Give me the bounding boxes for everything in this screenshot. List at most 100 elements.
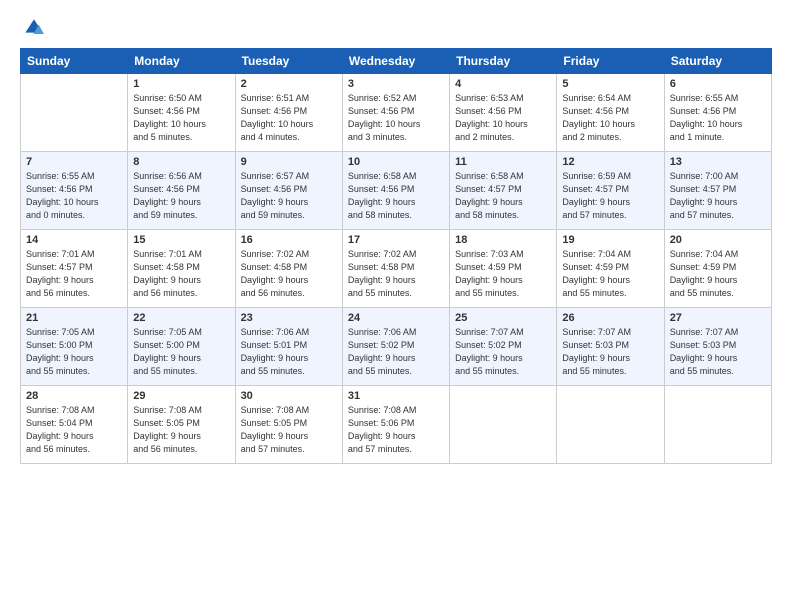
day-cell [664, 386, 771, 464]
day-info: Sunrise: 7:04 AM Sunset: 4:59 PM Dayligh… [670, 248, 766, 300]
day-header-sunday: Sunday [21, 49, 128, 74]
week-row-2: 7 Sunrise: 6:55 AM Sunset: 4:56 PM Daylig… [21, 152, 772, 230]
day-info: Sunrise: 7:08 AM Sunset: 5:05 PM Dayligh… [133, 404, 229, 456]
day-cell: 6 Sunrise: 6:55 AM Sunset: 4:56 PM Daylig… [664, 74, 771, 152]
day-cell: 9Sunrise: 6:57 AM Sunset: 4:56 PM Daylig… [235, 152, 342, 230]
day-info: Sunrise: 7:02 AM Sunset: 4:58 PM Dayligh… [241, 248, 337, 300]
day-info: Sunrise: 7:03 AM Sunset: 4:59 PM Dayligh… [455, 248, 551, 300]
day-cell: 14 Sunrise: 7:01 AM Sunset: 4:57 PM Dayli… [21, 230, 128, 308]
logo [20, 18, 44, 38]
day-cell: 11 Sunrise: 6:58 AM Sunset: 4:57 PM Dayli… [450, 152, 557, 230]
day-info: Sunrise: 6:56 AM Sunset: 4:56 PM Dayligh… [133, 170, 229, 222]
day-cell: 30Sunrise: 7:08 AM Sunset: 5:05 PM Dayli… [235, 386, 342, 464]
day-number: 17 [348, 234, 444, 246]
day-cell: 24Sunrise: 7:06 AM Sunset: 5:02 PM Dayli… [342, 308, 449, 386]
day-header-thursday: Thursday [450, 49, 557, 74]
day-cell: 31Sunrise: 7:08 AM Sunset: 5:06 PM Dayli… [342, 386, 449, 464]
week-row-4: 21Sunrise: 7:05 AM Sunset: 5:00 PM Dayli… [21, 308, 772, 386]
day-number: 10 [348, 156, 444, 168]
day-header-monday: Monday [128, 49, 235, 74]
day-info: Sunrise: 7:08 AM Sunset: 5:05 PM Dayligh… [241, 404, 337, 456]
day-info: Sunrise: 7:07 AM Sunset: 5:02 PM Dayligh… [455, 326, 551, 378]
day-cell: 26Sunrise: 7:07 AM Sunset: 5:03 PM Dayli… [557, 308, 664, 386]
day-cell: 23 Sunrise: 7:06 AM Sunset: 5:01 PM Dayli… [235, 308, 342, 386]
day-cell [557, 386, 664, 464]
day-info: Sunrise: 7:07 AM Sunset: 5:03 PM Dayligh… [562, 326, 658, 378]
day-number: 7 [26, 156, 122, 168]
day-info: Sunrise: 7:04 AM Sunset: 4:59 PM Dayligh… [562, 248, 658, 300]
day-number: 4 [455, 78, 551, 90]
day-number: 12 [562, 156, 658, 168]
day-number: 15 [133, 234, 229, 246]
day-info: Sunrise: 7:08 AM Sunset: 5:04 PM Dayligh… [26, 404, 122, 456]
day-cell: 1 Sunrise: 6:50 AM Sunset: 4:56 PM Daylig… [128, 74, 235, 152]
day-header-friday: Friday [557, 49, 664, 74]
day-number: 16 [241, 234, 337, 246]
day-number: 22 [133, 312, 229, 324]
day-cell: 7 Sunrise: 6:55 AM Sunset: 4:56 PM Daylig… [21, 152, 128, 230]
day-info: Sunrise: 7:05 AM Sunset: 5:00 PM Dayligh… [133, 326, 229, 378]
day-number: 8 [133, 156, 229, 168]
day-info: Sunrise: 7:06 AM Sunset: 5:02 PM Dayligh… [348, 326, 444, 378]
day-cell: 2 Sunrise: 6:51 AM Sunset: 4:56 PM Daylig… [235, 74, 342, 152]
day-cell: 17Sunrise: 7:02 AM Sunset: 4:58 PM Dayli… [342, 230, 449, 308]
day-info: Sunrise: 6:55 AM Sunset: 4:56 PM Dayligh… [670, 92, 766, 144]
day-cell: 21Sunrise: 7:05 AM Sunset: 5:00 PM Dayli… [21, 308, 128, 386]
day-number: 2 [241, 78, 337, 90]
day-info: Sunrise: 6:58 AM Sunset: 4:56 PM Dayligh… [348, 170, 444, 222]
day-cell: 28 Sunrise: 7:08 AM Sunset: 5:04 PM Dayli… [21, 386, 128, 464]
day-number: 5 [562, 78, 658, 90]
day-number: 25 [455, 312, 551, 324]
day-info: Sunrise: 6:55 AM Sunset: 4:56 PM Dayligh… [26, 170, 122, 222]
day-cell: 13 Sunrise: 7:00 AM Sunset: 4:57 PM Dayli… [664, 152, 771, 230]
week-row-3: 14 Sunrise: 7:01 AM Sunset: 4:57 PM Dayli… [21, 230, 772, 308]
day-info: Sunrise: 6:50 AM Sunset: 4:56 PM Dayligh… [133, 92, 229, 144]
day-number: 20 [670, 234, 766, 246]
day-cell: 22 Sunrise: 7:05 AM Sunset: 5:00 PM Dayli… [128, 308, 235, 386]
day-number: 13 [670, 156, 766, 168]
day-cell: 25 Sunrise: 7:07 AM Sunset: 5:02 PM Dayli… [450, 308, 557, 386]
header [20, 18, 772, 38]
day-cell: 15 Sunrise: 7:01 AM Sunset: 4:58 PM Dayli… [128, 230, 235, 308]
week-row-5: 28 Sunrise: 7:08 AM Sunset: 5:04 PM Dayli… [21, 386, 772, 464]
day-cell [450, 386, 557, 464]
week-row-1: 1 Sunrise: 6:50 AM Sunset: 4:56 PM Daylig… [21, 74, 772, 152]
day-info: Sunrise: 6:57 AM Sunset: 4:56 PM Dayligh… [241, 170, 337, 222]
day-info: Sunrise: 6:59 AM Sunset: 4:57 PM Dayligh… [562, 170, 658, 222]
day-header-wednesday: Wednesday [342, 49, 449, 74]
day-info: Sunrise: 6:53 AM Sunset: 4:56 PM Dayligh… [455, 92, 551, 144]
day-number: 28 [26, 390, 122, 402]
day-info: Sunrise: 6:54 AM Sunset: 4:56 PM Dayligh… [562, 92, 658, 144]
day-cell: 3Sunrise: 6:52 AM Sunset: 4:56 PM Daylig… [342, 74, 449, 152]
day-info: Sunrise: 7:07 AM Sunset: 5:03 PM Dayligh… [670, 326, 766, 378]
day-cell: 18Sunrise: 7:03 AM Sunset: 4:59 PM Dayli… [450, 230, 557, 308]
day-number: 1 [133, 78, 229, 90]
header-row: SundayMondayTuesdayWednesdayThursdayFrid… [21, 49, 772, 74]
day-number: 27 [670, 312, 766, 324]
day-info: Sunrise: 6:58 AM Sunset: 4:57 PM Dayligh… [455, 170, 551, 222]
day-info: Sunrise: 7:06 AM Sunset: 5:01 PM Dayligh… [241, 326, 337, 378]
day-cell: 10 Sunrise: 6:58 AM Sunset: 4:56 PM Dayli… [342, 152, 449, 230]
day-info: Sunrise: 6:51 AM Sunset: 4:56 PM Dayligh… [241, 92, 337, 144]
day-cell: 4 Sunrise: 6:53 AM Sunset: 4:56 PM Daylig… [450, 74, 557, 152]
page: SundayMondayTuesdayWednesdayThursdayFrid… [0, 0, 792, 612]
day-cell: 8 Sunrise: 6:56 AM Sunset: 4:56 PM Daylig… [128, 152, 235, 230]
day-info: Sunrise: 7:01 AM Sunset: 4:57 PM Dayligh… [26, 248, 122, 300]
day-info: Sunrise: 7:05 AM Sunset: 5:00 PM Dayligh… [26, 326, 122, 378]
day-header-saturday: Saturday [664, 49, 771, 74]
day-cell [21, 74, 128, 152]
day-info: Sunrise: 7:08 AM Sunset: 5:06 PM Dayligh… [348, 404, 444, 456]
day-number: 11 [455, 156, 551, 168]
day-number: 19 [562, 234, 658, 246]
day-cell: 20 Sunrise: 7:04 AM Sunset: 4:59 PM Dayli… [664, 230, 771, 308]
day-info: Sunrise: 7:00 AM Sunset: 4:57 PM Dayligh… [670, 170, 766, 222]
day-number: 6 [670, 78, 766, 90]
day-info: Sunrise: 7:01 AM Sunset: 4:58 PM Dayligh… [133, 248, 229, 300]
calendar-table: SundayMondayTuesdayWednesdayThursdayFrid… [20, 48, 772, 464]
day-number: 23 [241, 312, 337, 324]
day-cell: 12 Sunrise: 6:59 AM Sunset: 4:57 PM Dayli… [557, 152, 664, 230]
day-cell: 27 Sunrise: 7:07 AM Sunset: 5:03 PM Dayli… [664, 308, 771, 386]
day-number: 14 [26, 234, 122, 246]
day-cell: 19 Sunrise: 7:04 AM Sunset: 4:59 PM Dayli… [557, 230, 664, 308]
day-number: 3 [348, 78, 444, 90]
